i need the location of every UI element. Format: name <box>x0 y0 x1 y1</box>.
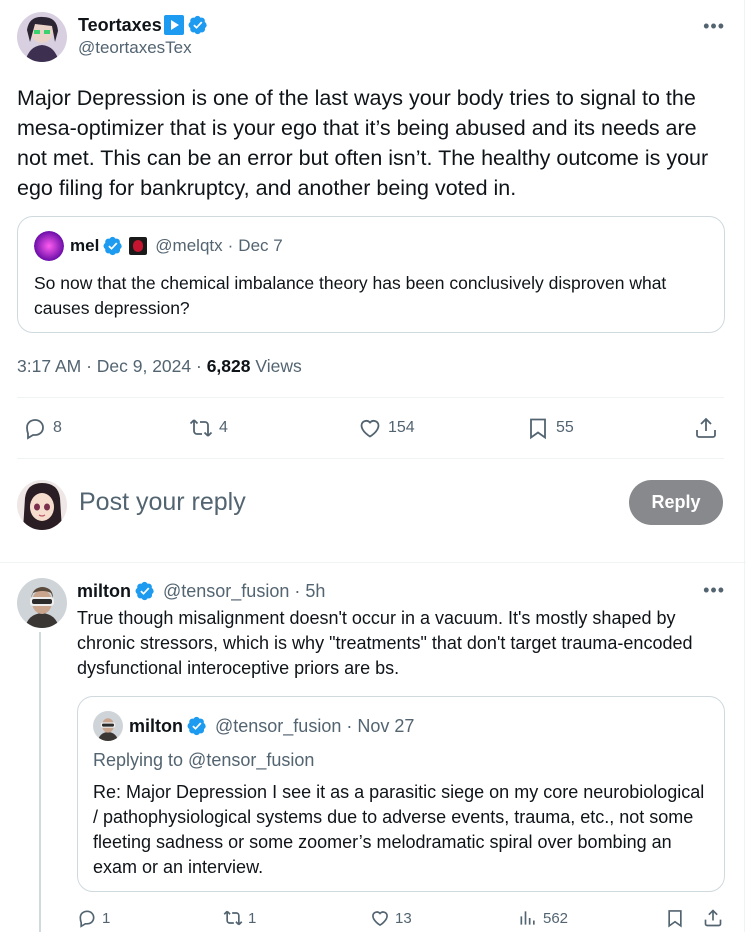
share-action[interactable] <box>694 416 718 440</box>
reply-action[interactable]: 8 <box>23 416 62 440</box>
reply-reply-count: 1 <box>102 909 111 927</box>
quote-header: mel @melqtx · Dec 7 <box>34 231 708 261</box>
quote-text: So now that the chemical imbalance theor… <box>34 273 667 318</box>
reply-quoted-tweet[interactable]: milton @tensor_fusion · Nov 27 Replying … <box>77 696 725 892</box>
play-badge-icon <box>163 15 184 35</box>
share-icon <box>704 909 722 927</box>
divider <box>17 397 724 398</box>
reply-like-count: 13 <box>395 909 412 927</box>
reply-views-action[interactable]: 562 <box>518 908 568 928</box>
quote-author-handle[interactable]: @melqtx <box>155 235 222 257</box>
reply-quote-text: Re: Major Depression I see it as a paras… <box>93 782 705 877</box>
bookmark-action[interactable]: 55 <box>526 416 574 440</box>
bookmark-icon <box>668 910 682 928</box>
reply-quote-date[interactable]: Nov 27 <box>357 715 414 737</box>
reply-views-count: 562 <box>543 909 569 927</box>
reply-button[interactable]: Reply <box>629 480 723 525</box>
action-bar: 8 4 154 55 <box>17 404 723 452</box>
repost-action[interactable]: 4 <box>189 416 228 440</box>
reply-share-action[interactable] <box>703 908 723 928</box>
reply-quote-separator: · <box>346 716 353 736</box>
author-handle[interactable]: @teortaxesTex <box>78 37 208 59</box>
reply-text: True though misalignment doesn't occur i… <box>77 608 693 678</box>
quote-date[interactable]: Dec 7 <box>238 235 282 257</box>
repost-count: 4 <box>219 419 228 436</box>
quote-separator: · <box>227 236 234 255</box>
thread-line <box>39 632 41 932</box>
verified-badge-icon <box>135 581 154 601</box>
reply-time[interactable]: 5h <box>305 580 325 602</box>
reply-separator: · <box>294 581 301 601</box>
reply-bookmark-action[interactable] <box>665 908 685 928</box>
timestamp[interactable]: 3:17 AM · Dec 9, 2024 · <box>17 356 207 376</box>
repost-icon <box>189 419 213 437</box>
quoted-tweet[interactable]: mel @melqtx · Dec 7 So now that the chem… <box>17 216 725 333</box>
bookmark-icon <box>530 418 546 440</box>
tweet-meta: 3:17 AM · Dec 9, 2024 · 6,828 Views <box>17 354 302 378</box>
user-avatar[interactable] <box>17 480 67 530</box>
reply-quote-avatar[interactable] <box>93 711 123 741</box>
reply-composer: Post your reply Reply <box>17 480 723 530</box>
reply-action-bar: 1 1 13 562 <box>77 908 725 932</box>
reply-repost-count: 1 <box>248 909 257 927</box>
quote-author-name[interactable]: mel <box>70 235 99 257</box>
author-names: Teortaxes @teortaxesTex <box>78 14 208 59</box>
repost-icon <box>223 910 243 926</box>
reply-author-avatar[interactable] <box>17 578 67 628</box>
reply-quote-author-name[interactable]: milton <box>129 715 183 737</box>
views-count: 6,828 <box>206 356 251 376</box>
like-action[interactable]: 154 <box>358 416 415 440</box>
replying-to[interactable]: Replying to @tensor_fusion <box>93 749 709 771</box>
reply-reply-action[interactable]: 1 <box>77 908 110 928</box>
tweet-text: Major Depression is one of the last ways… <box>17 86 709 200</box>
reply-input[interactable]: Post your reply <box>79 488 246 517</box>
quote-avatar[interactable] <box>34 231 64 261</box>
share-icon <box>696 417 716 438</box>
reply-author-name[interactable]: milton <box>77 580 131 602</box>
reply-icon <box>26 419 44 440</box>
like-icon <box>372 911 388 927</box>
section-separator <box>0 562 746 563</box>
reply-count: 8 <box>53 419 62 436</box>
reply-quote-author-handle[interactable]: @tensor_fusion <box>215 715 341 737</box>
like-count: 154 <box>388 419 415 436</box>
reply-quote-header: milton @tensor_fusion · Nov 27 <box>93 711 709 741</box>
divider <box>17 458 724 459</box>
author-name[interactable]: Teortaxes <box>78 14 162 36</box>
rose-emoji-icon <box>129 237 148 255</box>
reply-author-handle[interactable]: @tensor_fusion <box>163 580 289 602</box>
reply-like-action[interactable]: 13 <box>370 908 412 928</box>
more-icon[interactable]: ••• <box>703 580 725 601</box>
tweet-page: Teortaxes @teortaxesTex ••• Major Depres… <box>0 0 746 932</box>
more-icon[interactable]: ••• <box>703 16 725 37</box>
bookmark-count: 55 <box>556 419 574 436</box>
views-label: Views <box>250 356 302 376</box>
views-icon <box>520 911 535 925</box>
reply-repost-action[interactable]: 1 <box>223 908 256 928</box>
right-border <box>744 0 745 932</box>
author-avatar[interactable] <box>17 12 67 62</box>
reply-icon <box>79 910 95 928</box>
verified-badge-icon <box>103 236 123 256</box>
like-icon <box>360 420 380 438</box>
verified-badge-icon <box>187 716 206 736</box>
verified-badge-icon <box>188 15 207 35</box>
author-row: Teortaxes @teortaxesTex <box>17 12 725 62</box>
main-tweet: Teortaxes @teortaxesTex ••• Major Depres… <box>17 12 725 203</box>
reply-header: milton @tensor_fusion · 5h <box>77 580 325 602</box>
